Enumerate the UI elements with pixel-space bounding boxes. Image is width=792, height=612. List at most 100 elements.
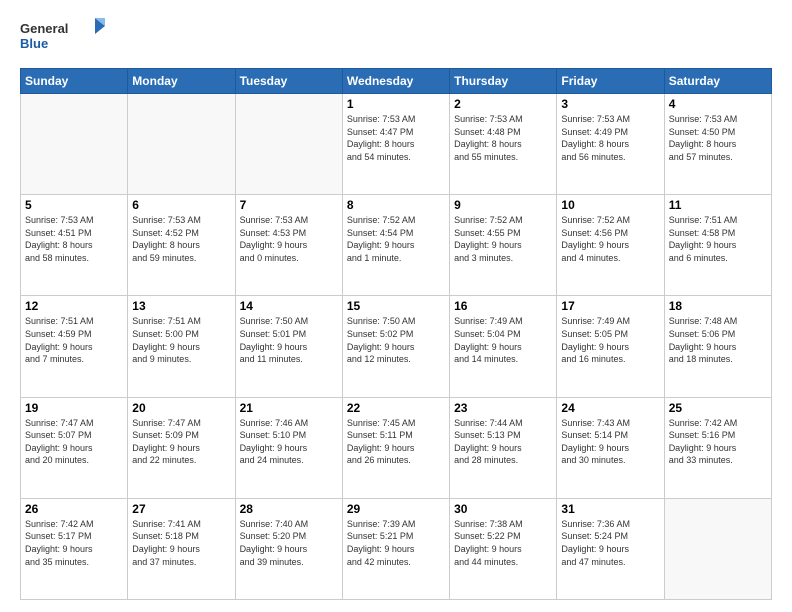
calendar-cell: 10 Sunrise: 7:52 AMSunset: 4:56 PMDayligh…: [557, 195, 664, 296]
day-number: 13: [132, 299, 230, 313]
calendar-week-4: 19 Sunrise: 7:47 AMSunset: 5:07 PMDayligh…: [21, 397, 772, 498]
day-number: 14: [240, 299, 338, 313]
day-info: Sunrise: 7:48 AMSunset: 5:06 PMDaylight:…: [669, 315, 767, 365]
day-header-thursday: Thursday: [450, 69, 557, 94]
day-info: Sunrise: 7:44 AMSunset: 5:13 PMDaylight:…: [454, 417, 552, 467]
day-number: 19: [25, 401, 123, 415]
calendar-cell: 5 Sunrise: 7:53 AMSunset: 4:51 PMDaylight…: [21, 195, 128, 296]
day-info: Sunrise: 7:51 AMSunset: 5:00 PMDaylight:…: [132, 315, 230, 365]
calendar-cell: 3 Sunrise: 7:53 AMSunset: 4:49 PMDaylight…: [557, 94, 664, 195]
day-header-monday: Monday: [128, 69, 235, 94]
day-info: Sunrise: 7:50 AMSunset: 5:01 PMDaylight:…: [240, 315, 338, 365]
day-info: Sunrise: 7:47 AMSunset: 5:09 PMDaylight:…: [132, 417, 230, 467]
day-number: 1: [347, 97, 445, 111]
calendar-cell: 21Sunrise: 7:46 AMSunset: 5:10 PMDayligh…: [235, 397, 342, 498]
calendar-cell: 15 Sunrise: 7:50 AMSunset: 5:02 PMDayligh…: [342, 296, 449, 397]
day-number: 29: [347, 502, 445, 516]
calendar-cell: 2 Sunrise: 7:53 AMSunset: 4:48 PMDaylight…: [450, 94, 557, 195]
day-number: 23: [454, 401, 552, 415]
day-info: Sunrise: 7:42 AMSunset: 5:16 PMDaylight:…: [669, 417, 767, 467]
day-number: 28: [240, 502, 338, 516]
day-number: 7: [240, 198, 338, 212]
day-number: 3: [561, 97, 659, 111]
day-number: 25: [669, 401, 767, 415]
day-info: Sunrise: 7:36 AMSunset: 5:24 PMDaylight:…: [561, 518, 659, 568]
calendar-cell: 7 Sunrise: 7:53 AMSunset: 4:53 PMDaylight…: [235, 195, 342, 296]
calendar-week-5: 26 Sunrise: 7:42 AMSunset: 5:17 PMDayligh…: [21, 498, 772, 599]
calendar-cell: 11 Sunrise: 7:51 AMSunset: 4:58 PMDayligh…: [664, 195, 771, 296]
day-info: Sunrise: 7:41 AMSunset: 5:18 PMDaylight:…: [132, 518, 230, 568]
svg-text:General: General: [20, 21, 68, 36]
day-number: 2: [454, 97, 552, 111]
day-info: Sunrise: 7:42 AMSunset: 5:17 PMDaylight:…: [25, 518, 123, 568]
day-info: Sunrise: 7:53 AMSunset: 4:50 PMDaylight:…: [669, 113, 767, 163]
day-header-friday: Friday: [557, 69, 664, 94]
day-number: 16: [454, 299, 552, 313]
day-info: Sunrise: 7:52 AMSunset: 4:55 PMDaylight:…: [454, 214, 552, 264]
day-info: Sunrise: 7:52 AMSunset: 4:54 PMDaylight:…: [347, 214, 445, 264]
calendar-week-3: 12 Sunrise: 7:51 AMSunset: 4:59 PMDayligh…: [21, 296, 772, 397]
day-info: Sunrise: 7:49 AMSunset: 5:05 PMDaylight:…: [561, 315, 659, 365]
day-header-wednesday: Wednesday: [342, 69, 449, 94]
day-header-sunday: Sunday: [21, 69, 128, 94]
calendar-cell: 12 Sunrise: 7:51 AMSunset: 4:59 PMDayligh…: [21, 296, 128, 397]
calendar-cell: 13 Sunrise: 7:51 AMSunset: 5:00 PMDayligh…: [128, 296, 235, 397]
day-info: Sunrise: 7:45 AMSunset: 5:11 PMDaylight:…: [347, 417, 445, 467]
calendar-cell: 27Sunrise: 7:41 AMSunset: 5:18 PMDayligh…: [128, 498, 235, 599]
day-header-saturday: Saturday: [664, 69, 771, 94]
calendar-cell: 16 Sunrise: 7:49 AMSunset: 5:04 PMDayligh…: [450, 296, 557, 397]
day-info: Sunrise: 7:50 AMSunset: 5:02 PMDaylight:…: [347, 315, 445, 365]
page: General Blue SundayMondayTuesdayWednesda…: [0, 0, 792, 612]
calendar-cell: [664, 498, 771, 599]
day-number: 12: [25, 299, 123, 313]
day-info: Sunrise: 7:53 AMSunset: 4:47 PMDaylight:…: [347, 113, 445, 163]
calendar-cell: 28 Sunrise: 7:40 AMSunset: 5:20 PMDayligh…: [235, 498, 342, 599]
day-number: 8: [347, 198, 445, 212]
day-number: 26: [25, 502, 123, 516]
day-info: Sunrise: 7:47 AMSunset: 5:07 PMDaylight:…: [25, 417, 123, 467]
calendar-cell: 1 Sunrise: 7:53 AMSunset: 4:47 PMDaylight…: [342, 94, 449, 195]
day-number: 31: [561, 502, 659, 516]
calendar-cell: 18Sunrise: 7:48 AMSunset: 5:06 PMDayligh…: [664, 296, 771, 397]
calendar-cell: 8 Sunrise: 7:52 AMSunset: 4:54 PMDaylight…: [342, 195, 449, 296]
calendar-cell: 25 Sunrise: 7:42 AMSunset: 5:16 PMDayligh…: [664, 397, 771, 498]
calendar-cell: 20 Sunrise: 7:47 AMSunset: 5:09 PMDayligh…: [128, 397, 235, 498]
day-number: 22: [347, 401, 445, 415]
calendar-cell: 4 Sunrise: 7:53 AMSunset: 4:50 PMDaylight…: [664, 94, 771, 195]
day-number: 15: [347, 299, 445, 313]
day-header-tuesday: Tuesday: [235, 69, 342, 94]
day-number: 30: [454, 502, 552, 516]
day-info: Sunrise: 7:53 AMSunset: 4:51 PMDaylight:…: [25, 214, 123, 264]
calendar-cell: 17Sunrise: 7:49 AMSunset: 5:05 PMDayligh…: [557, 296, 664, 397]
calendar-cell: 31 Sunrise: 7:36 AMSunset: 5:24 PMDayligh…: [557, 498, 664, 599]
calendar-cell: [21, 94, 128, 195]
calendar-cell: 24Sunrise: 7:43 AMSunset: 5:14 PMDayligh…: [557, 397, 664, 498]
day-number: 4: [669, 97, 767, 111]
day-info: Sunrise: 7:52 AMSunset: 4:56 PMDaylight:…: [561, 214, 659, 264]
calendar-cell: 26 Sunrise: 7:42 AMSunset: 5:17 PMDayligh…: [21, 498, 128, 599]
calendar-cell: 19 Sunrise: 7:47 AMSunset: 5:07 PMDayligh…: [21, 397, 128, 498]
day-number: 20: [132, 401, 230, 415]
day-info: Sunrise: 7:51 AMSunset: 4:58 PMDaylight:…: [669, 214, 767, 264]
day-number: 21: [240, 401, 338, 415]
day-number: 24: [561, 401, 659, 415]
day-info: Sunrise: 7:53 AMSunset: 4:48 PMDaylight:…: [454, 113, 552, 163]
day-number: 9: [454, 198, 552, 212]
day-number: 11: [669, 198, 767, 212]
day-number: 10: [561, 198, 659, 212]
day-info: Sunrise: 7:53 AMSunset: 4:52 PMDaylight:…: [132, 214, 230, 264]
day-info: Sunrise: 7:53 AMSunset: 4:53 PMDaylight:…: [240, 214, 338, 264]
calendar-week-2: 5 Sunrise: 7:53 AMSunset: 4:51 PMDaylight…: [21, 195, 772, 296]
day-info: Sunrise: 7:40 AMSunset: 5:20 PMDaylight:…: [240, 518, 338, 568]
day-info: Sunrise: 7:53 AMSunset: 4:49 PMDaylight:…: [561, 113, 659, 163]
calendar-cell: 9 Sunrise: 7:52 AMSunset: 4:55 PMDaylight…: [450, 195, 557, 296]
calendar-cell: 29 Sunrise: 7:39 AMSunset: 5:21 PMDayligh…: [342, 498, 449, 599]
day-info: Sunrise: 7:39 AMSunset: 5:21 PMDaylight:…: [347, 518, 445, 568]
day-number: 5: [25, 198, 123, 212]
header: General Blue: [20, 16, 772, 58]
day-info: Sunrise: 7:51 AMSunset: 4:59 PMDaylight:…: [25, 315, 123, 365]
day-info: Sunrise: 7:49 AMSunset: 5:04 PMDaylight:…: [454, 315, 552, 365]
calendar-cell: [235, 94, 342, 195]
calendar-header-row: SundayMondayTuesdayWednesdayThursdayFrid…: [21, 69, 772, 94]
calendar-cell: 6Sunrise: 7:53 AMSunset: 4:52 PMDaylight…: [128, 195, 235, 296]
